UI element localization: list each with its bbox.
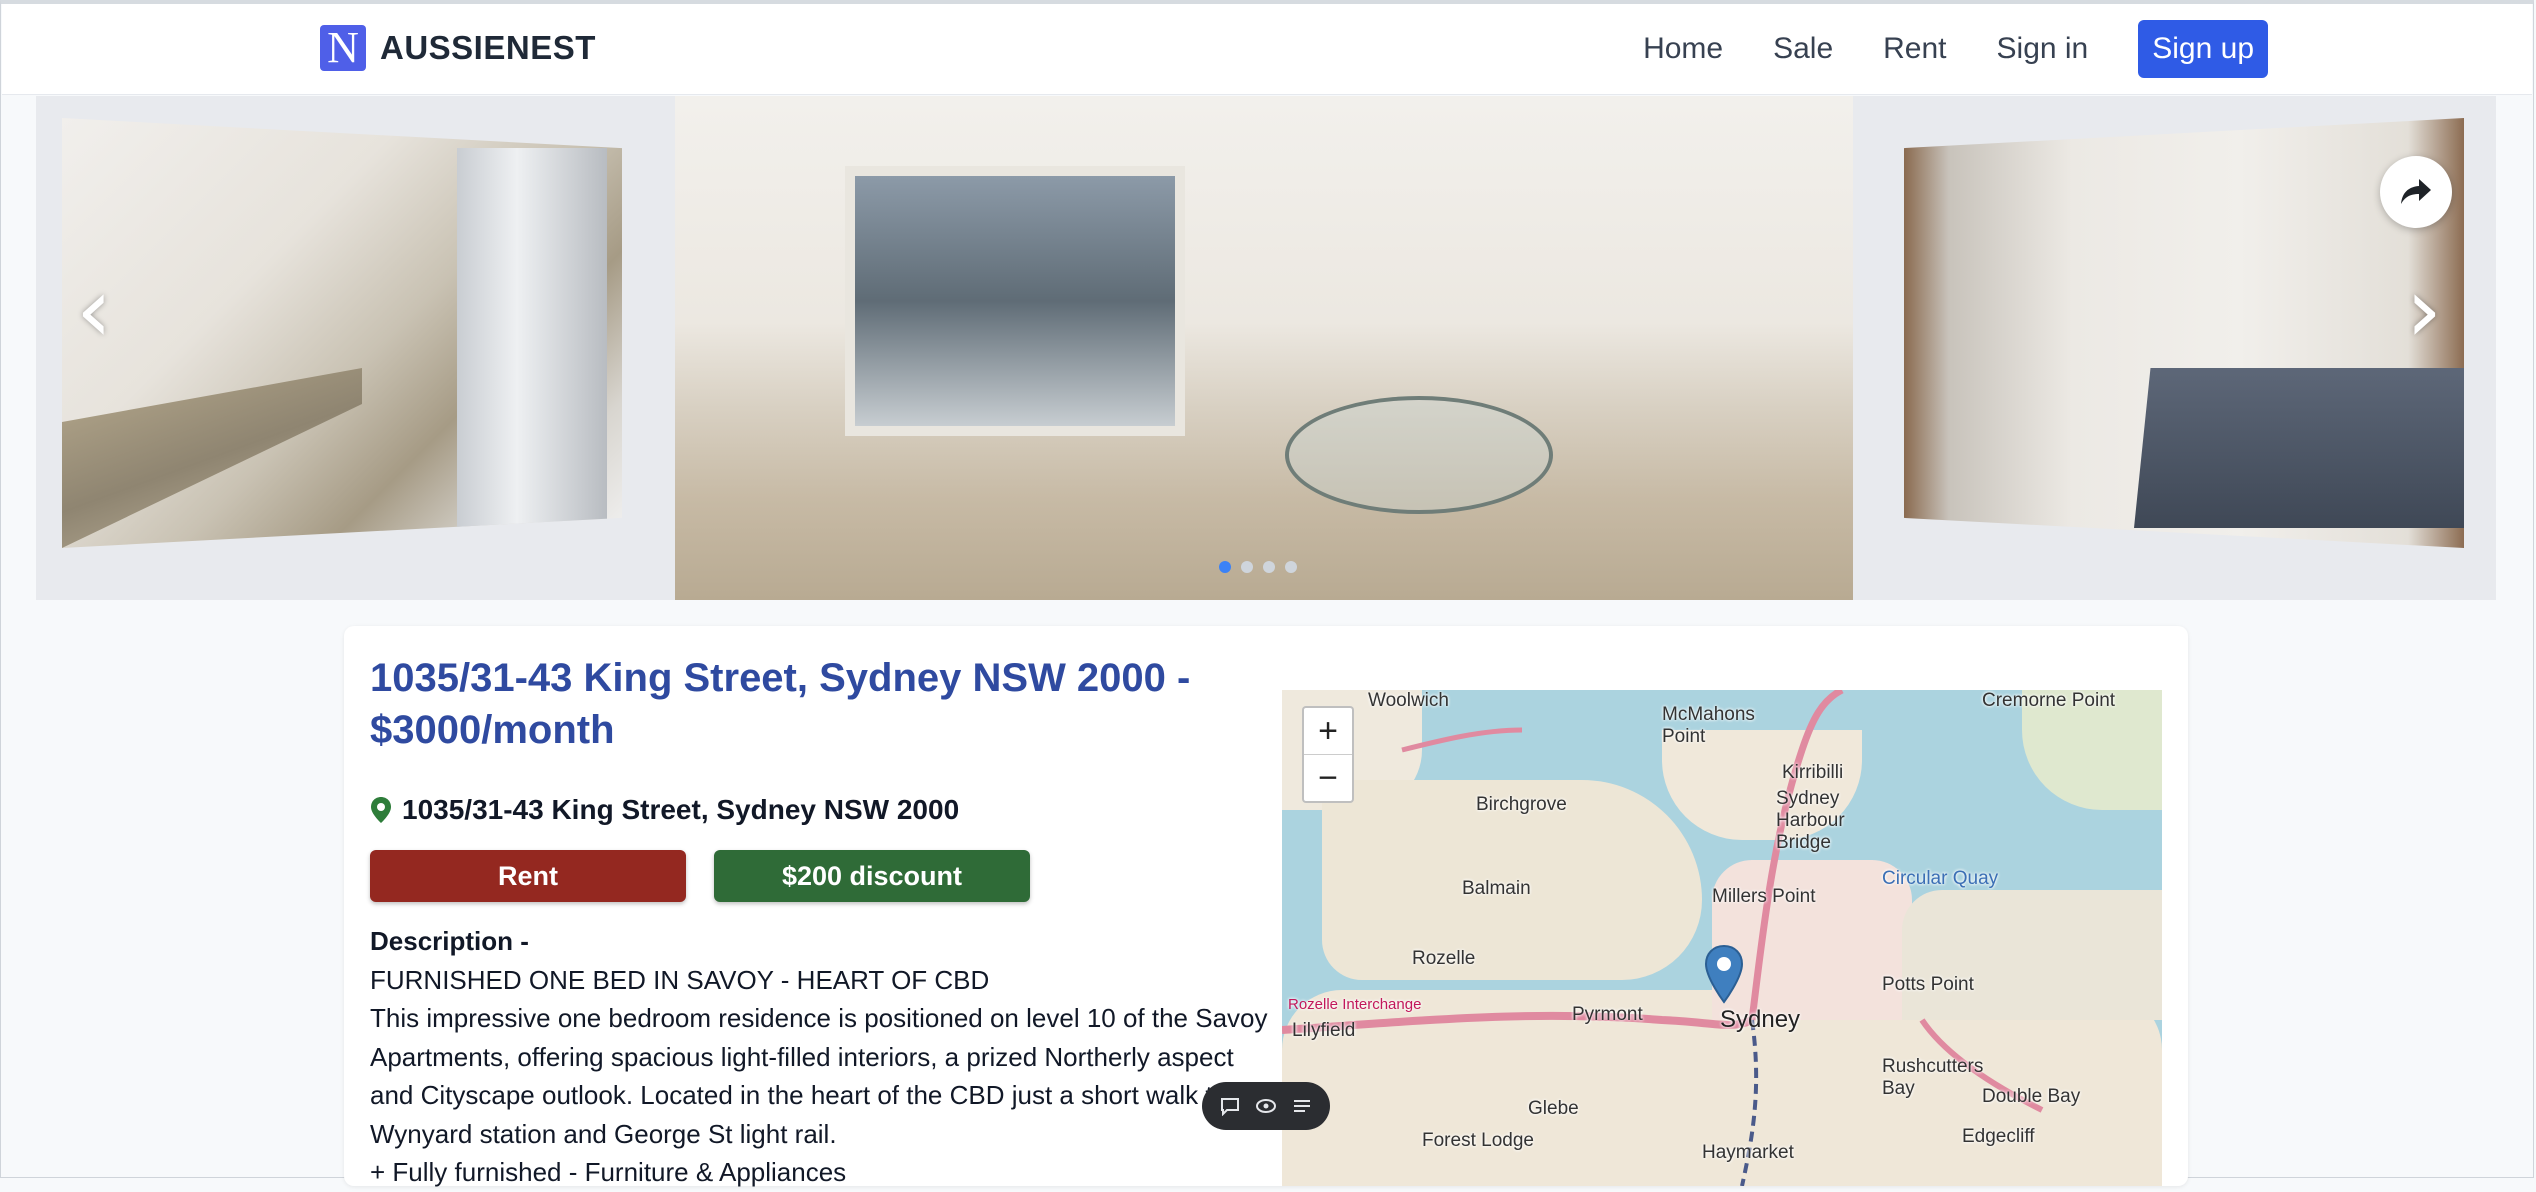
kitchen-photo	[62, 118, 622, 548]
map-label: Kirribilli	[1782, 762, 1844, 783]
carousel-dot[interactable]	[1285, 561, 1297, 573]
comment-icon[interactable]	[1219, 1096, 1241, 1116]
main-nav: Home Sale Rent Sign in Sign up	[1618, 20, 2268, 78]
sign-up-button[interactable]: Sign up	[2138, 20, 2268, 78]
carousel-dot[interactable]	[1263, 561, 1275, 573]
bedroom-photo	[1904, 118, 2464, 548]
rent-badge[interactable]: Rent	[370, 850, 686, 902]
map-roads	[1282, 690, 2044, 1186]
map-label: Millers Point	[1712, 886, 1816, 907]
carousel-prev-icon[interactable]: ‹	[76, 266, 112, 356]
photo-carousel[interactable]: ‹ ›	[36, 96, 2496, 600]
logo-icon: N	[320, 25, 366, 71]
location-map[interactable]: + − Woolwich McMahons Point Cremorne Poi…	[1282, 690, 2162, 1186]
floating-toolbar	[1202, 1082, 1330, 1130]
map-label: Glebe	[1528, 1098, 1579, 1119]
nav-sale[interactable]: Sale	[1748, 22, 1858, 76]
description: Description - FURNISHED ONE BED IN SAVOY…	[370, 922, 1270, 1192]
carousel-dot[interactable]	[1219, 561, 1231, 573]
map-label: Forest Lodge	[1422, 1130, 1534, 1151]
map-label: McMahons Point	[1662, 704, 1755, 747]
discount-badge[interactable]: $200 discount	[714, 850, 1030, 902]
description-label: Description -	[370, 926, 529, 956]
location-marker-icon[interactable]	[1704, 944, 1744, 1004]
carousel-next-icon[interactable]: ›	[2406, 266, 2442, 356]
top-navbar: N AUSSIENEST Home Sale Rent Sign in Sign…	[2, 4, 2532, 95]
map-label: Balmain	[1462, 878, 1531, 899]
share-button[interactable]	[2380, 156, 2452, 228]
map-pin-icon	[371, 797, 391, 823]
carousel-indicators	[1219, 561, 1297, 573]
brand-logo[interactable]: N AUSSIENEST	[320, 25, 596, 71]
carousel-dot[interactable]	[1241, 561, 1253, 573]
listing-address: 1035/31-43 King Street, Sydney NSW 2000	[370, 794, 959, 826]
view-icon[interactable]	[1255, 1096, 1277, 1116]
map-label: Lilyfield	[1292, 1020, 1356, 1041]
map-zoom-control: + −	[1302, 706, 1354, 803]
map-label: Edgecliff	[1962, 1126, 2035, 1147]
map-label: Woolwich	[1368, 690, 1449, 711]
map-label: Rozelle Interchange	[1288, 996, 1422, 1013]
map-label: Sydney Harbour Bridge	[1776, 788, 1845, 853]
map-label: Birchgrove	[1476, 794, 1567, 815]
map-label: Rozelle	[1412, 948, 1476, 969]
zoom-out-button[interactable]: −	[1304, 754, 1352, 801]
brand-name: AUSSIENEST	[380, 29, 596, 66]
zoom-in-button[interactable]: +	[1304, 708, 1352, 754]
nav-home[interactable]: Home	[1618, 22, 1748, 76]
description-line: + Fully furnished - Furniture & Applianc…	[370, 1157, 847, 1187]
description-line: FURNISHED ONE BED IN SAVOY - HEART OF CB…	[370, 964, 990, 995]
map-label: Circular Quay	[1882, 868, 1999, 889]
map-label: Pyrmont	[1572, 1004, 1643, 1025]
living-room-photo[interactable]	[675, 96, 1853, 600]
map-label: Cremorne Point	[1982, 690, 2116, 711]
nav-rent[interactable]: Rent	[1858, 22, 1971, 76]
share-arrow-icon	[2401, 179, 2431, 204]
nav-sign-in[interactable]: Sign in	[1972, 22, 2114, 76]
map-label: Potts Point	[1882, 974, 1974, 995]
listing-title: 1035/31-43 King Street, Sydney NSW 2000 …	[370, 656, 1191, 752]
address-text: 1035/31-43 King Street, Sydney NSW 2000	[402, 794, 960, 825]
map-label: Sydney	[1720, 1006, 1801, 1033]
description-line: This impressive one bedroom residence is…	[370, 1003, 1268, 1149]
menu-icon[interactable]	[1291, 1096, 1313, 1116]
map-label: Haymarket	[1702, 1142, 1794, 1163]
map-label: Double Bay	[1982, 1086, 2081, 1107]
